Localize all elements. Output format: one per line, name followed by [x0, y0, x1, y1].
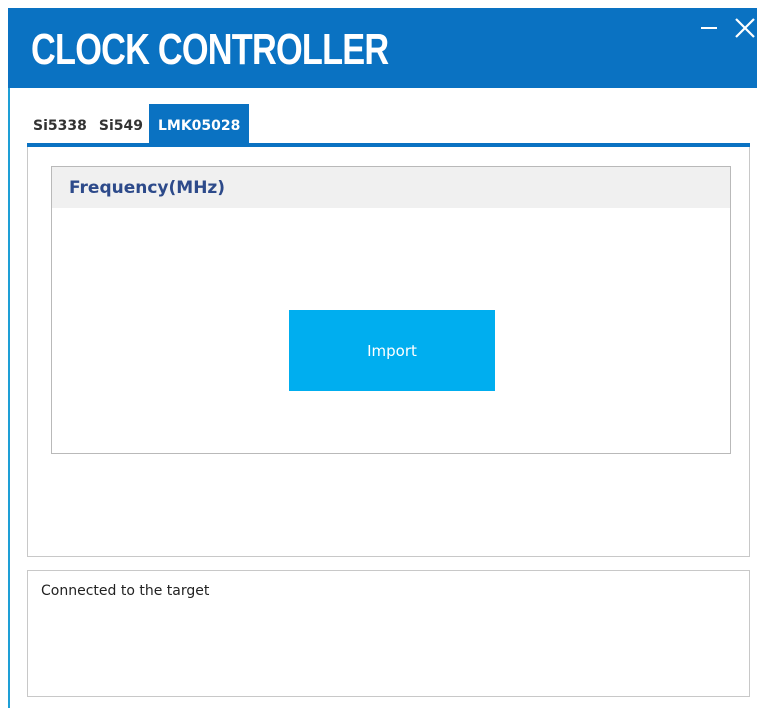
status-message: Connected to the target — [41, 583, 210, 599]
frequency-group: Frequency(MHz) Import — [51, 166, 731, 454]
import-button[interactable]: Import — [289, 310, 495, 391]
tab-bar: Si5338 Si549 LMK05028 — [27, 104, 250, 143]
close-icon — [735, 18, 755, 38]
minimize-button[interactable] — [697, 12, 721, 44]
tab-si5338[interactable]: Si5338 — [27, 104, 93, 143]
frequency-group-header: Frequency(MHz) — [52, 167, 730, 208]
window-border — [8, 88, 10, 708]
minimize-icon — [701, 27, 717, 29]
close-button[interactable] — [733, 12, 757, 44]
tab-si549[interactable]: Si549 — [93, 104, 149, 143]
frequency-group-title: Frequency(MHz) — [69, 178, 226, 198]
window-controls — [697, 12, 757, 44]
app-title: CLOCK CONTROLLER — [31, 25, 389, 74]
title-bar[interactable]: CLOCK CONTROLLER — [8, 8, 757, 88]
status-log[interactable]: Connected to the target — [27, 570, 750, 697]
tab-panel-lmk05028: Frequency(MHz) Import — [27, 147, 750, 557]
app-window: CLOCK CONTROLLER Si5338 Si549 LMK05028 F… — [0, 0, 757, 708]
tab-lmk05028[interactable]: LMK05028 — [148, 104, 250, 143]
